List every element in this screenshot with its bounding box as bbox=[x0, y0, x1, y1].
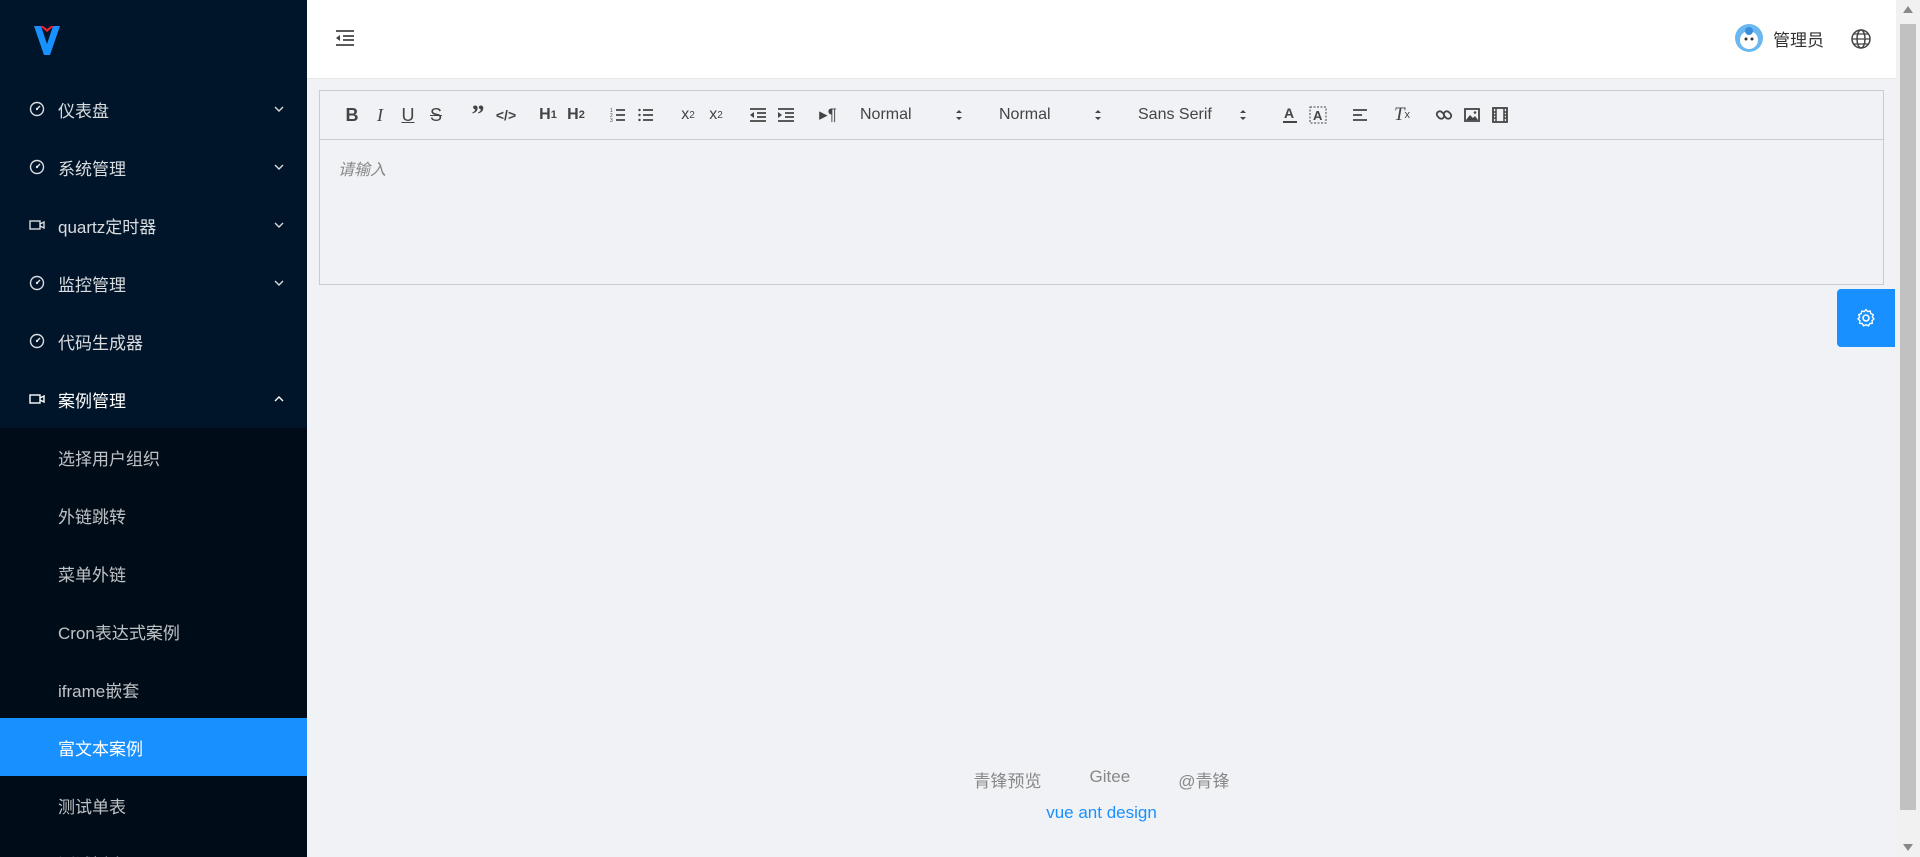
size-select-value: Normal bbox=[999, 106, 1051, 123]
font-select[interactable]: Sans Serif bbox=[1134, 101, 1252, 129]
strike-button[interactable]: S bbox=[422, 101, 450, 129]
chevron-down-icon bbox=[274, 222, 284, 228]
editor-placeholder: 请输入 bbox=[338, 162, 387, 179]
header-select[interactable]: Normal bbox=[856, 101, 968, 129]
menu-item-label: 监控管理 bbox=[58, 275, 126, 295]
video-camera-icon bbox=[28, 390, 46, 408]
font-select-value: Sans Serif bbox=[1138, 106, 1212, 123]
bullet-list-icon[interactable] bbox=[632, 101, 660, 129]
bold-button[interactable]: B bbox=[338, 101, 366, 129]
editor-toolbar: B I U S ” </> H1 H2 123 x2 x2 ▸¶ Normal bbox=[320, 91, 1883, 140]
header-1-button[interactable]: H1 bbox=[534, 101, 562, 129]
align-icon[interactable] bbox=[1346, 101, 1374, 129]
rich-text-editor: B I U S ” </> H1 H2 123 x2 x2 ▸¶ Normal bbox=[319, 90, 1884, 285]
header-select-value: Normal bbox=[860, 106, 912, 123]
menu-item-label: 仪表盘 bbox=[58, 101, 109, 121]
outdent-icon[interactable] bbox=[744, 101, 772, 129]
svg-text:A: A bbox=[1284, 105, 1294, 121]
user-menu[interactable]: 管理员 bbox=[1735, 24, 1824, 52]
submenu-cases: 选择用户组织 外链跳转 菜单外链 Cron表达式案例 iframe嵌套 富文本案… bbox=[0, 428, 307, 857]
video-camera-icon bbox=[28, 216, 46, 234]
chevron-down-icon bbox=[274, 164, 284, 170]
scrollbar-thumb[interactable] bbox=[1900, 24, 1916, 810]
menu-item-quartz[interactable]: quartz定时器 bbox=[0, 196, 307, 254]
settings-button[interactable] bbox=[1837, 289, 1895, 347]
sub-item-menu-link[interactable]: 菜单外链 bbox=[0, 544, 307, 602]
blockquote-icon[interactable]: ” bbox=[464, 100, 492, 129]
menu-item-label: quartz定时器 bbox=[58, 217, 157, 237]
footer-link-preview[interactable]: 青锋预览 bbox=[974, 767, 1042, 792]
superscript-button[interactable]: x2 bbox=[702, 101, 730, 129]
menu-item-label: 代码生成器 bbox=[58, 333, 143, 353]
indent-icon[interactable] bbox=[772, 101, 800, 129]
gear-icon bbox=[1857, 308, 1875, 327]
menu-item-monitor[interactable]: 监控管理 bbox=[0, 254, 307, 312]
code-block-icon[interactable]: </> bbox=[492, 101, 520, 129]
sub-item-test-table[interactable]: 测试单表 bbox=[0, 776, 307, 834]
clean-format-icon[interactable]: Tx bbox=[1388, 101, 1416, 129]
background-color-icon[interactable]: A bbox=[1304, 101, 1332, 129]
menu-item-cases[interactable]: 案例管理 bbox=[0, 370, 307, 428]
ordered-list-icon[interactable]: 123 bbox=[604, 101, 632, 129]
scroll-down-arrow[interactable] bbox=[1903, 844, 1913, 851]
sub-item-cron[interactable]: Cron表达式案例 bbox=[0, 602, 307, 660]
dashboard-icon bbox=[28, 332, 46, 350]
sub-item-external-link[interactable]: 外链跳转 bbox=[0, 486, 307, 544]
globe-icon[interactable] bbox=[1850, 28, 1872, 50]
font-color-icon[interactable]: A bbox=[1276, 101, 1304, 129]
page-scrollbar[interactable] bbox=[1896, 0, 1920, 857]
editor-content[interactable]: 请输入 bbox=[320, 140, 1883, 196]
logo-icon bbox=[34, 26, 60, 55]
menu-item-label: 系统管理 bbox=[58, 159, 126, 179]
footer-copyright[interactable]: vue ant design bbox=[307, 803, 1896, 823]
svg-text:3: 3 bbox=[610, 118, 613, 124]
sort-icon bbox=[1095, 110, 1101, 120]
app-logo[interactable] bbox=[0, 0, 307, 80]
text-direction-icon[interactable]: ▸¶ bbox=[814, 101, 842, 129]
subscript-button[interactable]: x2 bbox=[674, 101, 702, 129]
sub-item-rich-text[interactable]: 富文本案例 bbox=[0, 718, 307, 776]
menu-item-dashboard[interactable]: 仪表盘 bbox=[0, 80, 307, 138]
sub-item-iframe[interactable]: iframe嵌套 bbox=[0, 660, 307, 718]
sort-icon bbox=[956, 110, 962, 120]
underline-button[interactable]: U bbox=[394, 101, 422, 129]
dashboard-icon bbox=[28, 274, 46, 292]
sort-icon bbox=[1240, 110, 1246, 120]
chevron-up-icon bbox=[274, 396, 284, 402]
size-select[interactable]: Normal bbox=[995, 101, 1107, 129]
chevron-down-icon bbox=[274, 280, 284, 286]
italic-button[interactable]: I bbox=[366, 101, 394, 129]
menu-item-codegen[interactable]: 代码生成器 bbox=[0, 312, 307, 370]
sub-item-select-org[interactable]: 选择用户组织 bbox=[0, 428, 307, 486]
image-icon[interactable] bbox=[1458, 101, 1486, 129]
sub-item-test-tree[interactable]: 测试树表 bbox=[0, 834, 307, 857]
dashboard-icon bbox=[28, 100, 46, 118]
top-header: 管理员 bbox=[307, 0, 1896, 79]
header-2-button[interactable]: H2 bbox=[562, 101, 590, 129]
footer-links: 青锋预览 Gitee @青锋 bbox=[307, 767, 1896, 792]
menu-item-system[interactable]: 系统管理 bbox=[0, 138, 307, 196]
footer-link-gitee[interactable]: Gitee bbox=[1090, 767, 1131, 792]
link-icon[interactable] bbox=[1430, 101, 1458, 129]
svg-text:A: A bbox=[1313, 108, 1323, 123]
dashboard-icon bbox=[28, 158, 46, 176]
menu-fold-icon[interactable] bbox=[333, 26, 357, 50]
menu-item-label: 案例管理 bbox=[58, 391, 126, 411]
chevron-down-icon bbox=[274, 106, 284, 112]
scroll-up-arrow[interactable] bbox=[1903, 6, 1913, 13]
username: 管理员 bbox=[1773, 30, 1824, 50]
sidebar: 仪表盘 系统管理 quartz定时器 监控管理 代码生成器 案例管理 选择用户组… bbox=[0, 0, 307, 857]
video-icon[interactable] bbox=[1486, 101, 1514, 129]
footer-link-author[interactable]: @青锋 bbox=[1178, 767, 1229, 792]
avatar bbox=[1735, 24, 1763, 52]
